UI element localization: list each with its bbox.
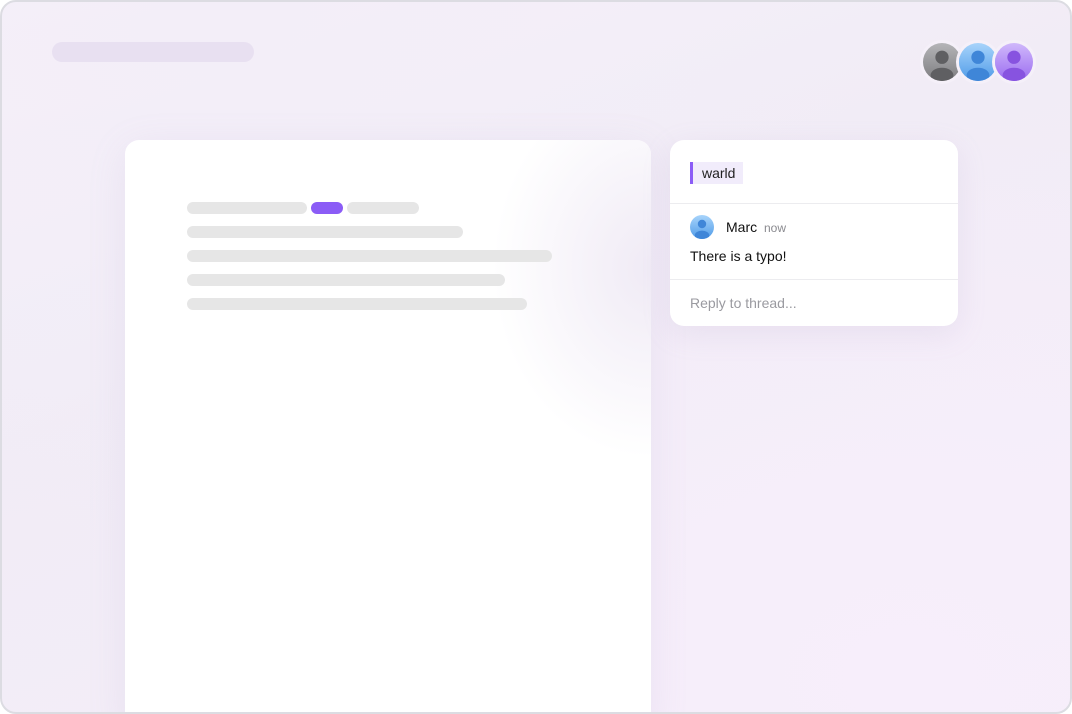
text-line-placeholder xyxy=(187,202,307,214)
text-line-placeholder xyxy=(347,202,419,214)
comment-timestamp: now xyxy=(764,221,787,235)
comment-author: Marc xyxy=(726,219,758,235)
quoted-text: warld xyxy=(690,162,744,184)
app-window: warld Marc now There is a typo! xyxy=(0,0,1072,714)
collaborator-avatar-purple[interactable] xyxy=(992,40,1036,84)
user-avatar-blue-icon xyxy=(690,215,714,239)
comment-text: There is a typo! xyxy=(690,248,787,264)
collaborator-avatars xyxy=(920,40,1036,84)
text-line-placeholder xyxy=(187,250,552,262)
text-line-placeholder xyxy=(187,226,463,238)
title-placeholder xyxy=(52,42,254,62)
thread-divider xyxy=(670,279,958,280)
comment-author-avatar xyxy=(690,215,714,239)
comment-thread: warld Marc now There is a typo! xyxy=(670,140,958,326)
text-line-placeholder xyxy=(187,298,527,310)
reply-input[interactable] xyxy=(690,293,940,313)
text-line-placeholder xyxy=(187,274,505,286)
highlighted-word[interactable] xyxy=(311,202,343,214)
document-page[interactable] xyxy=(125,140,651,712)
user-avatar-purple-icon xyxy=(995,43,1033,81)
thread-divider xyxy=(670,203,958,204)
